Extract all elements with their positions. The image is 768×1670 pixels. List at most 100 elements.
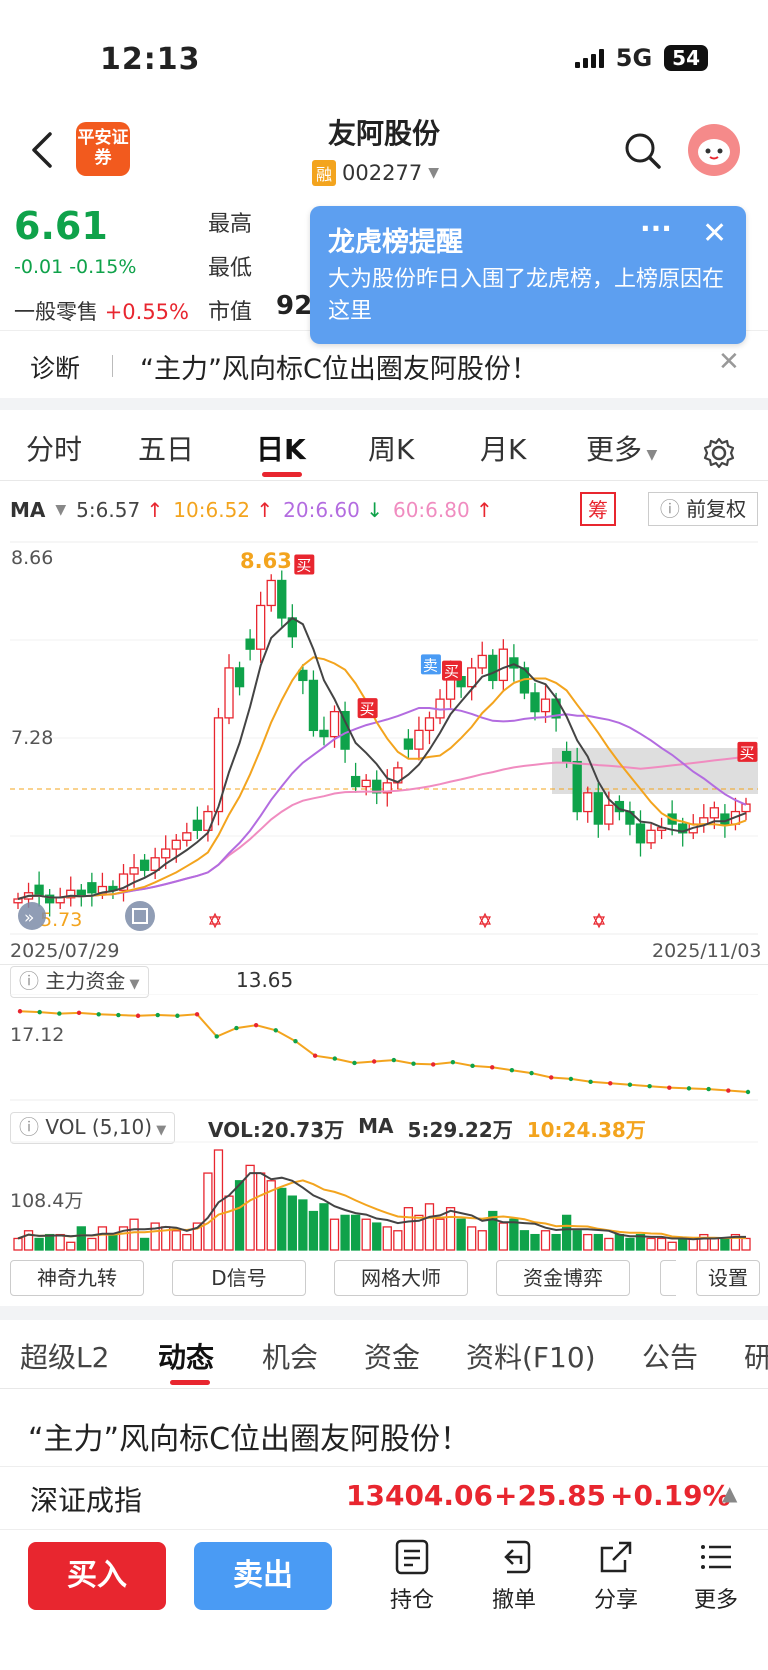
fund-point <box>135 1013 141 1018</box>
sector-change[interactable]: 一般零售 +0.55% <box>14 296 189 326</box>
fund-point <box>194 1012 200 1017</box>
fund-point <box>430 1062 436 1067</box>
tool-partial[interactable] <box>660 1260 676 1296</box>
volume-bar <box>456 1218 466 1251</box>
tool-settings[interactable]: 设置 <box>696 1260 760 1296</box>
tab-news[interactable]: 动态 <box>158 1336 214 1376</box>
vol-ma5: 5:29.22万 <box>407 1118 513 1142</box>
volume-bar <box>108 1233 118 1251</box>
volume-bar <box>445 1207 456 1251</box>
tab-super-l2[interactable]: 超级L2 <box>20 1336 109 1376</box>
vol-ma10: 10:24.38万 <box>526 1118 646 1142</box>
nav-share-label: 分享 <box>593 1588 638 1613</box>
fund-point <box>411 1061 416 1066</box>
volume-bar <box>741 1237 751 1251</box>
volume-bar <box>561 1214 572 1251</box>
search-icon[interactable] <box>622 130 662 170</box>
volume-bar <box>509 1218 519 1251</box>
fund-point <box>352 1060 357 1066</box>
max-price-label: 8.63 <box>240 549 292 573</box>
ma-legend[interactable]: MA ▼ 5:6.57 ↑ 10:6.52 ↑ 20:6.60 ↓ 60:6.8… <box>10 498 493 522</box>
fund-point <box>745 1089 751 1095</box>
share-icon <box>600 1541 632 1573</box>
candle-up <box>583 792 593 813</box>
candle-up <box>150 857 160 871</box>
period-tabs: 分时 五日 日K 周K 月K 更多 ▼ <box>0 414 768 480</box>
volume-bar <box>709 1237 719 1251</box>
fund-point <box>686 1086 692 1091</box>
tab-weekly-k[interactable]: 周K <box>368 428 414 468</box>
candle-up <box>477 654 487 669</box>
nav-cancel-order[interactable]: 撤单 <box>474 1538 554 1614</box>
event-markers <box>209 912 605 929</box>
info-icon: ⓘ <box>19 1115 46 1139</box>
fund-point <box>155 1012 160 1018</box>
close-icon[interactable]: ✕ <box>702 216 727 251</box>
y-axis-top: 8.66 <box>11 547 53 569</box>
nav-more[interactable]: 更多 <box>676 1538 756 1614</box>
sector-change-value: +0.55% <box>104 300 189 324</box>
tool-fund-game[interactable]: 资金博弈 <box>496 1260 630 1296</box>
divider <box>112 355 113 377</box>
candle-up <box>467 667 477 688</box>
index-ticker[interactable]: 深证成指 13404.06 +25.85 +0.19% ▲ <box>0 1466 768 1530</box>
tab-opportunity[interactable]: 机会 <box>262 1336 318 1376</box>
section-separator <box>0 398 768 410</box>
tab-monthly-k[interactable]: 月K <box>480 428 526 468</box>
tool-d-signal[interactable]: D信号 <box>172 1260 306 1296</box>
adjust-mode-button[interactable]: ⓘ 前复权 <box>648 492 758 526</box>
candle-down <box>192 819 203 831</box>
candle-up <box>646 829 656 844</box>
tab-daily-k[interactable]: 日K <box>256 428 306 468</box>
tab-announcement[interactable]: 公告 <box>642 1336 698 1376</box>
candle-down <box>139 859 150 871</box>
kline-chart[interactable]: 买买卖 买买 8.66 7.28 5.73 8.63 » <box>10 540 758 936</box>
assistant-avatar[interactable] <box>688 124 740 176</box>
news-headline[interactable]: “主力”风向标C位出圈友阿股份！ <box>28 1414 470 1458</box>
volume-bar <box>340 1214 350 1251</box>
fund-point <box>214 1034 219 1039</box>
more-icon[interactable]: ··· <box>640 212 672 245</box>
candle-down <box>593 792 603 825</box>
volume-bar <box>656 1237 667 1251</box>
y-axis-bottom: 5.73 <box>40 909 82 931</box>
expand-icon-glyph: » <box>24 908 34 928</box>
tab-f10[interactable]: 资料(F10) <box>466 1336 596 1376</box>
candle-up <box>161 848 171 859</box>
volume-bar <box>403 1207 414 1251</box>
nav-positions[interactable]: 持仓 <box>372 1538 452 1614</box>
tab-intraday[interactable]: 分时 <box>26 428 82 468</box>
volume-bar <box>604 1237 614 1251</box>
volume-bar <box>234 1180 245 1251</box>
signal-marker-label: 卖 <box>423 656 438 674</box>
signal-icon <box>574 48 604 68</box>
price-zone <box>552 748 758 794</box>
candle-down <box>488 654 498 682</box>
sell-button[interactable]: 卖出 <box>194 1542 332 1610</box>
close-icon[interactable]: ✕ <box>718 347 740 377</box>
volume-bar <box>13 1237 23 1251</box>
ma10-value: 10:6.52 ↑ <box>173 498 274 522</box>
tab-five-day[interactable]: 五日 <box>138 428 194 468</box>
vol-ma-label: MA <box>358 1114 394 1138</box>
chip-distribution-button[interactable]: 筹 <box>580 492 616 526</box>
tab-research[interactable]: 研 <box>744 1336 768 1376</box>
fund-flow-chart[interactable] <box>10 994 758 1102</box>
tab-more[interactable]: 更多 ▼ <box>586 428 657 468</box>
fund-point <box>667 1085 672 1090</box>
fund-point <box>332 1056 338 1061</box>
fund-point <box>234 1025 239 1031</box>
dragon-tiger-popup[interactable]: 龙虎榜提醒 ··· ✕ 大为股份昨日入围了龙虎榜，上榜原因在这里 <box>310 206 746 344</box>
chevron-up-icon[interactable]: ▲ <box>722 1481 737 1505</box>
tool-magic-nine[interactable]: 神奇九转 <box>10 1260 144 1296</box>
tool-grid-master[interactable]: 网格大师 <box>334 1260 468 1296</box>
nav-share[interactable]: 分享 <box>576 1538 656 1614</box>
y-axis-mid: 7.28 <box>11 727 53 749</box>
gear-icon[interactable] <box>702 436 736 470</box>
volume-chart[interactable] <box>10 1140 758 1252</box>
volume-bar <box>76 1226 86 1251</box>
stock-code-selector[interactable]: 融 002277 ▼ <box>312 160 439 186</box>
candle-down <box>87 882 97 894</box>
tab-funds[interactable]: 资金 <box>364 1336 420 1376</box>
buy-button[interactable]: 买入 <box>28 1542 166 1610</box>
